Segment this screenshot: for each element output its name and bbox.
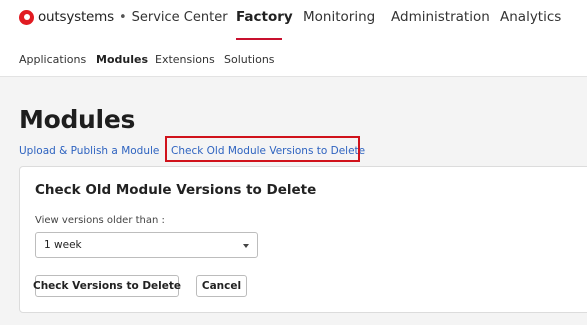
page-title: Modules xyxy=(19,105,136,134)
sub-nav-applications[interactable]: Applications xyxy=(19,53,86,66)
top-nav-monitoring[interactable]: Monitoring xyxy=(303,9,375,25)
caret-down-icon xyxy=(243,244,249,248)
check-old-versions-panel: Check Old Module Versions to Delete View… xyxy=(19,166,587,313)
brand-name: outsystems xyxy=(38,9,114,25)
highlight-box xyxy=(165,136,360,162)
select-value: 1 week xyxy=(44,239,82,251)
panel-title: Check Old Module Versions to Delete xyxy=(35,182,317,198)
brand-separator: • xyxy=(118,9,127,25)
versions-older-than-select[interactable]: 1 week xyxy=(35,232,258,258)
check-versions-button[interactable]: Check Versions to Delete xyxy=(33,275,181,297)
top-nav-administration[interactable]: Administration xyxy=(391,9,490,25)
sub-nav-extensions[interactable]: Extensions xyxy=(155,53,215,66)
outsystems-logo-icon xyxy=(19,9,34,25)
sub-nav-solutions[interactable]: Solutions xyxy=(224,53,275,66)
brand-product: Service Center xyxy=(131,9,228,25)
brand-logo[interactable]: outsystems • Service Center xyxy=(19,8,228,26)
top-bar: outsystems • Service Center Factory Moni… xyxy=(0,0,587,40)
cancel-button[interactable]: Cancel xyxy=(196,275,247,297)
sub-nav: Applications Modules Extensions Solution… xyxy=(0,40,587,77)
top-nav-factory[interactable]: Factory xyxy=(236,9,293,25)
versions-older-than-label: View versions older than : xyxy=(35,215,165,226)
upload-publish-module-link[interactable]: Upload & Publish a Module xyxy=(19,145,159,157)
sub-nav-modules[interactable]: Modules xyxy=(96,53,148,66)
top-nav-analytics[interactable]: Analytics xyxy=(500,9,561,25)
